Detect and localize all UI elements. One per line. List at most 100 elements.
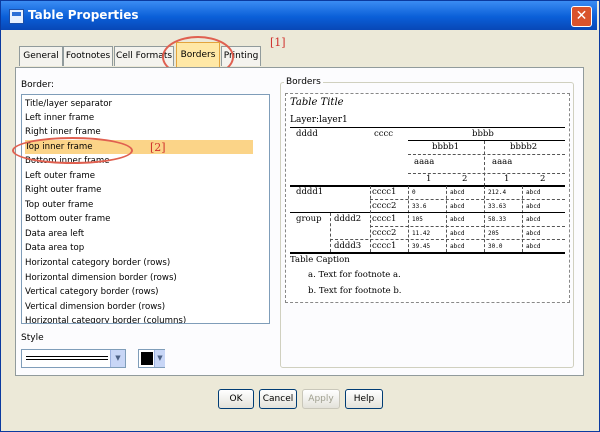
preview-cell: 30.0 [488,243,503,250]
preview-title: Table Title [290,97,344,108]
preview-cell: abcd [526,243,541,250]
preview-row-label: cccc2 [372,228,397,238]
preview-line [290,252,565,254]
preview-cell: 33.63 [488,203,507,210]
preview-cell: abcd [526,189,541,196]
preview-line [290,127,565,128]
preview-row-label: cccc2 [372,201,397,211]
preview-col-2: 2 [540,174,546,184]
preview-row-label: cccc1 [372,214,397,224]
preview-aaaa: aaaa [414,157,435,167]
color-swatch [141,352,153,365]
chevron-down-icon[interactable]: ▼ [154,350,165,367]
preview-row-subgroup: dddd2 [334,214,362,224]
preview-cell: 11.42 [412,230,431,237]
preview-line [370,186,371,252]
preview-cell: abcd [450,230,465,237]
list-item[interactable]: Left outer frame [25,169,253,183]
preview-cell: 39.45 [412,243,431,250]
preview-line [330,213,331,252]
preview-col-2: 2 [462,174,468,184]
preview-line [484,186,485,252]
annotation-2: [2] [150,141,166,154]
preview-caption: Table Caption [290,255,350,265]
preview-line [370,226,565,227]
preview-header-cccc: cccc [374,129,394,139]
preview-line [408,140,565,141]
cancel-button[interactable]: Cancel [259,389,297,409]
preview-cell: 58.33 [488,216,507,223]
borders-group-label: Borders [284,77,323,87]
close-button[interactable]: ✕ [571,6,592,27]
preview-footnote-a: a. Text for footnote a. [308,270,401,280]
tab-footnotes[interactable]: Footnotes [63,46,113,66]
line-style-sample-bottom [26,359,108,360]
list-item[interactable]: Top outer frame [25,198,253,212]
list-item[interactable]: Data area top [25,241,253,255]
window-title: Table Properties [28,8,139,22]
preview-cell: 0 [412,189,416,196]
help-button[interactable]: Help [345,389,383,409]
list-item[interactable]: Vertical category border (rows) [25,285,253,299]
preview-line [484,141,485,186]
list-item[interactable]: Horizontal category border (columns) [25,314,253,323]
style-label: Style [21,333,44,343]
tab-borders[interactable]: Borders [176,42,220,67]
preview-line [370,199,565,200]
close-icon: ✕ [575,8,588,24]
preview-line [408,154,565,155]
list-item[interactable]: Left inner frame [25,111,253,125]
border-listbox[interactable]: Title/layer separator Left inner frame R… [21,94,270,324]
ok-button[interactable]: OK [218,389,254,409]
preview-layer: Layer:layer1 [290,115,348,125]
preview-cell: abcd [450,216,465,223]
preview-line [290,185,565,187]
preview-col-1: 1 [504,174,510,184]
preview-col-1: 1 [426,174,432,184]
preview-line [290,212,565,213]
preview-cell: abcd [526,230,541,237]
preview-cell: abcd [450,243,465,250]
preview-cell: abcd [526,203,541,210]
preview-header-bbbb2: bbbb2 [510,142,538,152]
apply-button[interactable]: Apply [302,389,340,409]
preview-line [408,186,409,252]
preview-cell: abcd [450,189,465,196]
preview-cell: 212.4 [488,189,507,196]
preview-line [446,186,447,252]
list-item[interactable]: Data area left [25,227,253,241]
app-icon [9,9,24,24]
preview-row-group: group [296,214,322,224]
list-item[interactable]: Horizontal dimension border (rows) [25,271,253,285]
list-item[interactable]: Vertical dimension border (rows) [25,300,253,314]
preview-row-label: cccc1 [372,187,397,197]
preview-header-dddd: dddd [296,129,318,139]
preview-cell: 205 [488,230,499,237]
list-item[interactable]: Right outer frame [25,183,253,197]
title-bar[interactable]: Table Properties [1,1,597,30]
borders-preview: Table Title Layer:layer1 dddd cccc bbbb … [285,93,570,303]
line-style-sample-top [26,356,108,357]
preview-aaaa: aaaa [492,157,513,167]
preview-header-bbbb: bbbb [472,129,494,139]
preview-row-label: cccc1 [372,241,397,251]
preview-cell: 105 [412,216,423,223]
highlight-circle-item [12,137,133,164]
preview-header-bbbb1: bbbb1 [432,142,460,152]
color-picker[interactable]: ▼ [138,349,165,368]
line-style-dropdown[interactable]: ▼ [21,349,126,368]
preview-cell: abcd [526,216,541,223]
preview-line [330,239,565,240]
list-item[interactable]: Bottom outer frame [25,212,253,226]
preview-cell: 33.6 [412,203,427,210]
preview-line [522,186,523,252]
list-item[interactable]: Title/layer separator [25,97,253,111]
preview-cell: abcd [450,203,465,210]
list-item[interactable]: Horizontal category border (rows) [25,256,253,270]
annotation-1: [1] [270,36,286,49]
preview-row-group: dddd1 [296,187,324,197]
chevron-down-icon[interactable]: ▼ [110,350,125,367]
preview-row-subgroup: dddd3 [334,241,362,251]
border-list-label: Border: [21,80,55,90]
tab-general[interactable]: General [19,46,63,66]
